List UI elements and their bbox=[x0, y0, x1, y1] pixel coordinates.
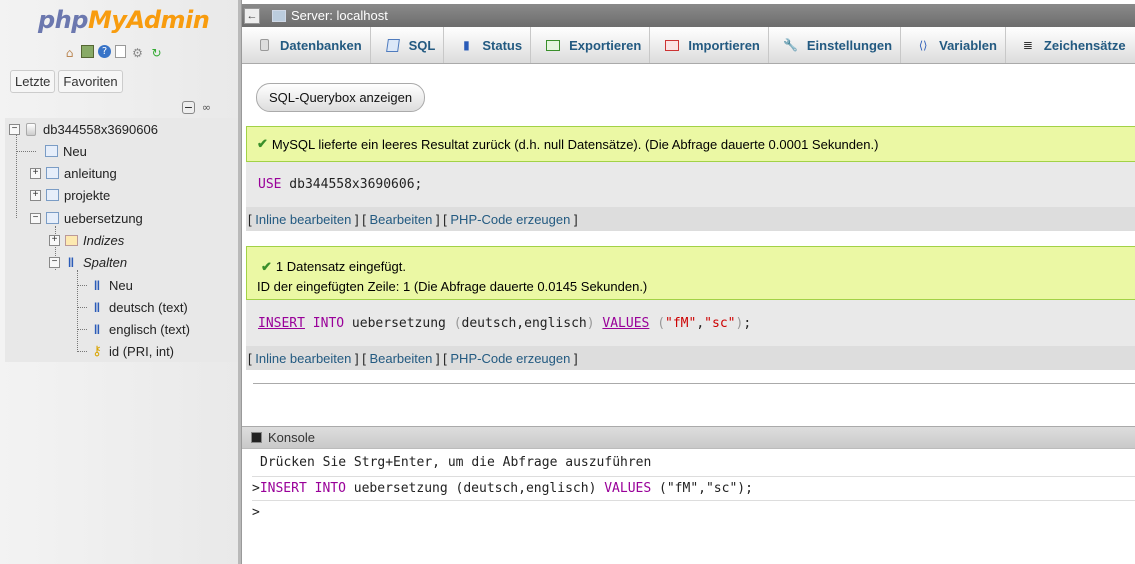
breadcrumb-bar: ← Server: localhost bbox=[242, 4, 1135, 27]
tree-spalten[interactable]: − ‖ Spalten bbox=[49, 252, 127, 272]
check-icon: ✔ bbox=[257, 136, 268, 151]
success-message: ✔ 1 Datensatz eingefügt. ID der eingefügt… bbox=[246, 246, 1135, 300]
tree-column-id[interactable]: ⚷ id (PRI, int) bbox=[89, 341, 174, 361]
divider bbox=[253, 383, 1135, 384]
index-icon bbox=[63, 232, 79, 248]
show-querybox-button[interactable]: SQL-Querybox anzeigen bbox=[256, 83, 426, 112]
query-actions: [ Inline bearbeiten ] [ Bearbeiten ] [ P… bbox=[246, 207, 1135, 231]
expand-icon[interactable]: + bbox=[30, 189, 41, 201]
tab-charsets[interactable]: ≣ Zeichensätze bbox=[1006, 27, 1134, 63]
console-hint: Drücken Sie Strg+Enter, um die Abfrage a… bbox=[260, 455, 652, 470]
success-message: ✔ MySQL lieferte ein leeres Resultat zur… bbox=[246, 126, 1135, 162]
tree-spalten-new[interactable]: ‖ Neu bbox=[89, 275, 133, 295]
sql-icon bbox=[385, 38, 401, 52]
expand-icon[interactable]: + bbox=[30, 167, 41, 179]
tree-table-projekte[interactable]: + projekte bbox=[30, 185, 110, 205]
charset-icon: ≣ bbox=[1022, 38, 1033, 52]
columns-icon: ‖ bbox=[67, 254, 75, 270]
sql-query-display[interactable]: USE db344558x3690606; bbox=[246, 162, 1135, 207]
navigation-panel: phpMyAdmin ⌂ ? ⚙ ↻ Letzte Favoriten − ∞ … bbox=[0, 0, 238, 564]
phpmyadmin-logo[interactable]: phpMyAdmin bbox=[38, 6, 210, 34]
console-separator bbox=[252, 500, 1135, 501]
main-menu: Datenbanken SQL ▮ Status Exportieren Imp… bbox=[242, 27, 1135, 64]
database-icon bbox=[23, 121, 39, 137]
table-icon bbox=[44, 210, 60, 226]
database-icon[interactable] bbox=[81, 45, 94, 58]
tab-variables[interactable]: ⟨⟩ Variablen bbox=[901, 27, 1006, 63]
collapse-icon[interactable]: − bbox=[9, 123, 20, 135]
inline-edit-link[interactable]: Inline bearbeiten bbox=[255, 351, 351, 366]
column-icon: ‖ bbox=[93, 321, 101, 337]
tree-controls: − ∞ bbox=[182, 100, 214, 115]
tree-table-uebersetzung[interactable]: − uebersetzung bbox=[30, 208, 143, 228]
collapse-all-icon[interactable]: − bbox=[182, 101, 195, 114]
php-code-link[interactable]: PHP-Code erzeugen bbox=[450, 212, 570, 227]
link-icon[interactable]: ∞ bbox=[199, 100, 214, 115]
back-button[interactable]: ← bbox=[244, 7, 260, 24]
console-title: Konsole bbox=[268, 430, 315, 445]
settings-icon[interactable]: ⚙ bbox=[130, 45, 145, 60]
collapse-icon[interactable]: − bbox=[30, 212, 41, 224]
nav-tabs: Letzte Favoriten bbox=[10, 70, 123, 93]
tab-settings[interactable]: 🔧 Einstellungen bbox=[769, 27, 902, 63]
php-code-link[interactable]: PHP-Code erzeugen bbox=[450, 351, 570, 366]
tab-databases[interactable]: Datenbanken bbox=[242, 27, 371, 63]
column-icon: ‖ bbox=[93, 299, 101, 315]
help-icon[interactable]: ? bbox=[98, 45, 111, 58]
edit-link[interactable]: Bearbeiten bbox=[369, 351, 432, 366]
tree-db-node[interactable]: − db344558x3690606 bbox=[9, 119, 158, 139]
primary-key-icon: ⚷ bbox=[92, 343, 102, 358]
home-icon[interactable]: ⌂ bbox=[62, 45, 77, 60]
database-tree: − db344558x3690606 Neu + anleitung + pro… bbox=[5, 118, 238, 362]
server-icon bbox=[272, 9, 286, 22]
console-toggle[interactable]: Konsole bbox=[242, 426, 1135, 449]
wrench-icon: 🔧 bbox=[783, 38, 799, 52]
expand-icon[interactable]: + bbox=[49, 234, 60, 246]
table-icon bbox=[44, 165, 60, 181]
status-icon: ▮ bbox=[463, 38, 470, 52]
reload-icon[interactable]: ↻ bbox=[149, 45, 164, 60]
console-separator bbox=[252, 476, 1135, 477]
console-input[interactable]: > bbox=[252, 505, 1132, 520]
console-history-entry[interactable]: >INSERT INTO uebersetzung (deutsch,engli… bbox=[252, 481, 1132, 496]
collapse-icon[interactable]: − bbox=[49, 256, 60, 268]
tree-column-deutsch[interactable]: ‖ deutsch (text) bbox=[89, 297, 188, 317]
new-column-icon: ‖ bbox=[93, 277, 101, 293]
tree-db-new[interactable]: Neu bbox=[43, 141, 87, 161]
console-icon bbox=[251, 432, 262, 443]
tab-status[interactable]: ▮ Status bbox=[444, 27, 532, 63]
tab-sql[interactable]: SQL bbox=[371, 27, 445, 63]
tab-favorites[interactable]: Favoriten bbox=[58, 70, 123, 93]
breadcrumb-server[interactable]: Server: localhost bbox=[291, 8, 388, 23]
export-icon bbox=[545, 38, 561, 52]
new-table-icon bbox=[43, 143, 59, 159]
inline-edit-link[interactable]: Inline bearbeiten bbox=[255, 212, 351, 227]
tab-import[interactable]: Importieren bbox=[650, 27, 769, 63]
edit-link[interactable]: Bearbeiten bbox=[369, 212, 432, 227]
database-icon bbox=[256, 38, 272, 52]
tree-column-englisch[interactable]: ‖ englisch (text) bbox=[89, 319, 190, 339]
tab-recent[interactable]: Letzte bbox=[10, 70, 56, 93]
nav-icon-bar: ⌂ ? ⚙ ↻ bbox=[62, 45, 164, 60]
import-icon bbox=[664, 38, 680, 52]
tree-indizes[interactable]: + Indizes bbox=[49, 230, 124, 250]
sql-query-display[interactable]: INSERT INTO uebersetzung (deutsch,englis… bbox=[246, 300, 1135, 346]
table-icon bbox=[44, 187, 60, 203]
query-actions: [ Inline bearbeiten ] [ Bearbeiten ] [ P… bbox=[246, 346, 1135, 370]
check-icon: ✔ bbox=[261, 259, 272, 274]
variables-icon: ⟨⟩ bbox=[918, 39, 928, 52]
nav-resize-handle[interactable] bbox=[238, 0, 242, 564]
tab-export[interactable]: Exportieren bbox=[531, 27, 651, 63]
docs-icon[interactable] bbox=[115, 45, 126, 58]
tree-db-label: db344558x3690606 bbox=[43, 121, 158, 137]
tree-table-anleitung[interactable]: + anleitung bbox=[30, 163, 117, 183]
